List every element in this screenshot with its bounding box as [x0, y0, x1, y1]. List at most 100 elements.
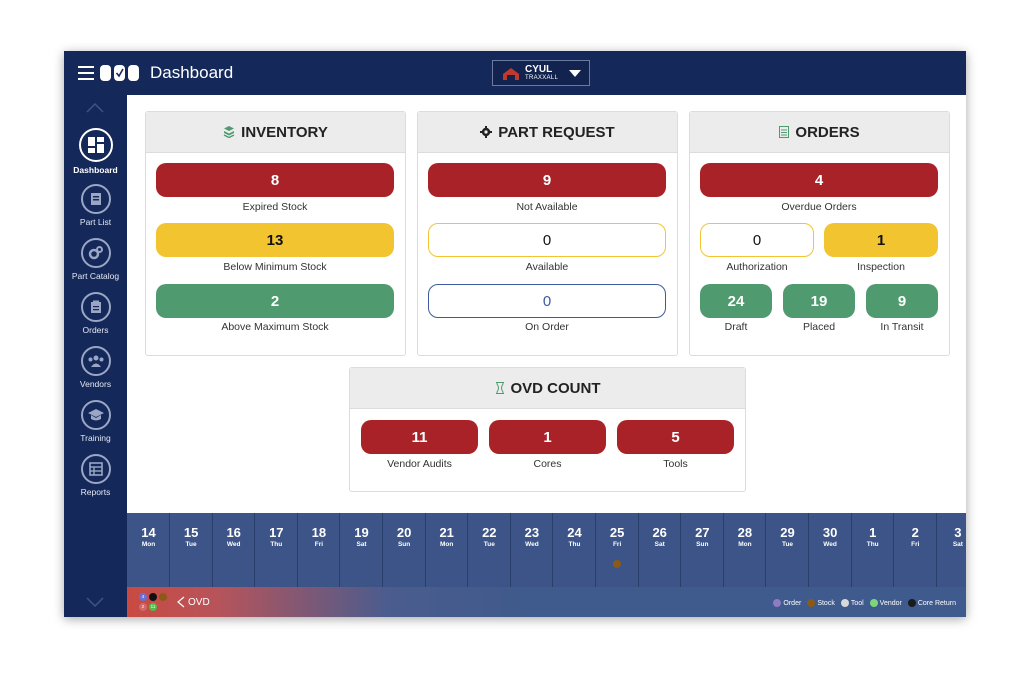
calendar-day[interactable]: 18 Fri: [298, 513, 341, 587]
day-of-week: Fri: [911, 541, 920, 548]
cores-button[interactable]: 1: [489, 420, 606, 454]
day-of-week: Wed: [823, 541, 837, 548]
day-of-week: Mon: [440, 541, 454, 548]
menu-icon[interactable]: [78, 66, 94, 80]
hourglass-icon: [495, 382, 505, 394]
day-number: 16: [226, 525, 241, 540]
sidebar-item-training[interactable]: Training: [64, 400, 127, 443]
legend-item: Order: [773, 599, 801, 607]
calendar-day[interactable]: 29 Tue: [767, 513, 809, 587]
ovd-label: OVD: [188, 596, 210, 608]
on-order-button[interactable]: 0: [428, 284, 666, 318]
draft-button[interactable]: 24: [700, 284, 772, 318]
day-of-week: Sat: [654, 541, 665, 548]
inspection-label: Inspection: [857, 261, 905, 273]
legend-label: Vendor: [879, 599, 902, 607]
day-number: 20: [396, 525, 412, 540]
part-catalog-icon: [80, 238, 111, 268]
calendar-day[interactable]: 25 Fri: [597, 513, 639, 587]
card-title: OVD COUNT: [510, 379, 601, 397]
calendar-day[interactable]: 15 Tue: [171, 513, 213, 587]
day-number: 18: [311, 525, 327, 540]
calendar-day[interactable]: 27 Sun: [682, 513, 724, 587]
day-of-week: Fri: [314, 541, 324, 548]
tools-button[interactable]: 5: [617, 420, 734, 454]
expired-stock-label: Expired Stock: [242, 201, 308, 213]
sidebar-item-orders[interactable]: Orders: [64, 292, 127, 335]
legend-item: Tool: [840, 599, 864, 607]
day-of-week: Tue: [781, 541, 794, 548]
training-icon: [80, 400, 111, 430]
day-number: 23: [524, 525, 540, 540]
calendar-day[interactable]: 28 Mon: [724, 513, 767, 587]
day-of-week: Thu: [866, 541, 879, 548]
calendar-day[interactable]: 2 Fri: [895, 513, 937, 587]
calendar-day[interactable]: 21 Mon: [426, 513, 469, 587]
calendar-day[interactable]: 30 Wed: [810, 513, 852, 587]
calendar-day[interactable]: 16 Wed: [213, 513, 256, 587]
expired-stock-button[interactable]: 8: [156, 163, 394, 197]
overdue-orders-button[interactable]: 4: [700, 163, 938, 197]
vendor-audits-button[interactable]: 11: [361, 420, 478, 454]
day-of-week: Sun: [397, 541, 411, 548]
day-of-week: Tue: [185, 541, 197, 548]
calendar-day[interactable]: 22 Tue: [469, 513, 511, 587]
dashboard-content: INVENTORY 8 Expired Stock 13 Below Minim…: [127, 95, 966, 513]
calendar-day[interactable]: 17 Thu: [256, 513, 298, 587]
calendar-day[interactable]: 24 Thu: [554, 513, 596, 587]
below-minimum-stock-button[interactable]: 13: [156, 223, 394, 257]
station-name: TRAXXALL: [525, 75, 559, 81]
chevron-left-icon: [177, 596, 185, 608]
inspection-button[interactable]: 1: [824, 223, 938, 257]
day-number: 29: [780, 525, 795, 540]
bottom-bar: 4 2 11 OVD Order Stock Tool Vendor Core Retu…: [127, 587, 966, 617]
station-selector[interactable]: CYUL TRAXXALL: [492, 60, 590, 86]
placed-button[interactable]: 19: [783, 284, 855, 318]
calendar-day[interactable]: 23 Wed: [511, 513, 554, 587]
in-transit-button[interactable]: 9: [866, 284, 938, 318]
not-available-label: Not Available: [516, 201, 578, 213]
card-header: PART REQUEST: [418, 112, 677, 153]
calendar-day[interactable]: 14 Mon: [128, 513, 170, 587]
day-of-week: Tue: [483, 541, 495, 548]
below-minimum-stock-label: Below Minimum Stock: [223, 261, 327, 273]
app-window: Dashboard CYUL TRAXXALL Dashboard Part L…: [64, 51, 966, 617]
inventory-card: INVENTORY 8 Expired Stock 13 Below Minim…: [145, 111, 406, 356]
not-available-button[interactable]: 9: [428, 163, 666, 197]
day-of-week: Mon: [738, 541, 752, 548]
sidebar-item-dashboard[interactable]: Dashboard: [64, 128, 127, 175]
day-number: 30: [822, 525, 838, 540]
sidebar: Dashboard Part List Part Catalog Orders …: [64, 95, 127, 617]
ovd-toggle[interactable]: OVD: [177, 596, 210, 608]
calendar-day[interactable]: 1 Thu: [852, 513, 895, 587]
day-number: 28: [737, 525, 753, 540]
sidebar-item-label: Training: [80, 433, 111, 443]
day-number: 19: [354, 525, 369, 540]
sidebar-item-part-list[interactable]: Part List: [64, 184, 127, 227]
sidebar-item-vendors[interactable]: Vendors: [64, 346, 127, 389]
authorization-button[interactable]: 0: [700, 223, 814, 257]
calendar-day[interactable]: 19 Sat: [341, 513, 383, 587]
chevron-down-icon[interactable]: [86, 597, 104, 607]
ovd-badges: 4 2 11: [139, 593, 169, 613]
sidebar-item-reports[interactable]: Reports: [64, 454, 127, 497]
day-number: 27: [695, 525, 710, 540]
day-of-week: Wed: [226, 541, 241, 548]
sidebar-item-part-catalog[interactable]: Part Catalog: [64, 238, 127, 281]
page-title: Dashboard: [150, 63, 234, 82]
on-order-label: On Order: [525, 321, 569, 333]
stock-event-marker[interactable]: [613, 560, 622, 568]
calendar-day[interactable]: 26 Sat: [639, 513, 682, 587]
day-of-week: Wed: [525, 541, 539, 548]
legend-swatch: [773, 599, 782, 607]
above-maximum-stock-button[interactable]: 2: [156, 284, 394, 318]
chevron-up-icon[interactable]: [86, 103, 104, 113]
authorization-label: Authorization: [726, 261, 788, 273]
day-number: 25: [609, 525, 625, 540]
available-button[interactable]: 0: [428, 223, 666, 257]
calendar-day[interactable]: 20 Sun: [384, 513, 426, 587]
cores-label: Cores: [533, 458, 562, 470]
sidebar-item-label: Reports: [80, 487, 111, 497]
orders-card: ORDERS 4 Overdue Orders 0 Authorization …: [689, 111, 950, 356]
calendar-day[interactable]: 3 Sat: [937, 513, 966, 587]
